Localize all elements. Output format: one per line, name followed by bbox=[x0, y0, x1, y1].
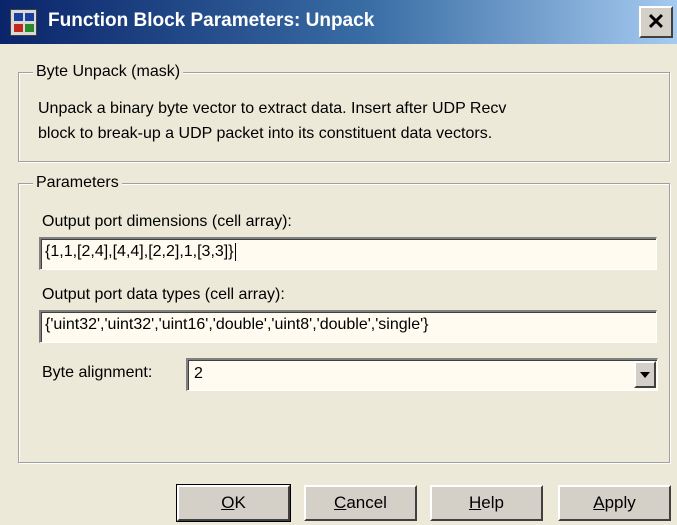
types-value: {'uint32','uint32','uint16','double','ui… bbox=[45, 316, 429, 333]
window-title: Function Block Parameters: Unpack bbox=[48, 10, 375, 31]
byte-alignment-select[interactable]: 2 bbox=[186, 358, 658, 391]
dims-label: Output port dimensions (cell array): bbox=[42, 213, 292, 230]
mask-description: Unpack a binary byte vector to extract d… bbox=[38, 96, 658, 146]
cancel-button[interactable]: Cancel bbox=[304, 485, 417, 521]
close-button[interactable]: ✕ bbox=[639, 6, 673, 38]
apply-button[interactable]: Apply bbox=[558, 485, 671, 521]
parameters-group-legend: Parameters bbox=[33, 173, 122, 193]
dims-value: {1,1,[2,4],[4,4],[2,2],1,[3,3]} bbox=[45, 243, 234, 261]
text-cursor bbox=[234, 243, 236, 261]
description-line-2: block to break-up a UDP packet into its … bbox=[38, 125, 493, 142]
simulink-block-icon bbox=[10, 9, 37, 36]
types-input[interactable]: {'uint32','uint32','uint16','double','ui… bbox=[39, 310, 657, 343]
description-line-1: Unpack a binary byte vector to extract d… bbox=[38, 100, 507, 117]
byte-alignment-label: Byte alignment: bbox=[42, 364, 153, 381]
close-icon: ✕ bbox=[646, 9, 666, 34]
dims-input[interactable]: {1,1,[2,4],[4,4],[2,2],1,[3,3]} bbox=[39, 237, 657, 270]
types-label: Output port data types (cell array): bbox=[42, 286, 285, 303]
ok-button[interactable]: OK bbox=[176, 484, 291, 522]
mask-group-legend: Byte Unpack (mask) bbox=[33, 62, 184, 82]
chevron-down-icon bbox=[640, 371, 650, 378]
help-button[interactable]: Help bbox=[430, 485, 543, 521]
byte-alignment-value: 2 bbox=[194, 365, 203, 382]
title-bar: Function Block Parameters: Unpack ✕ bbox=[0, 0, 677, 44]
dropdown-arrow-button[interactable] bbox=[634, 361, 656, 388]
